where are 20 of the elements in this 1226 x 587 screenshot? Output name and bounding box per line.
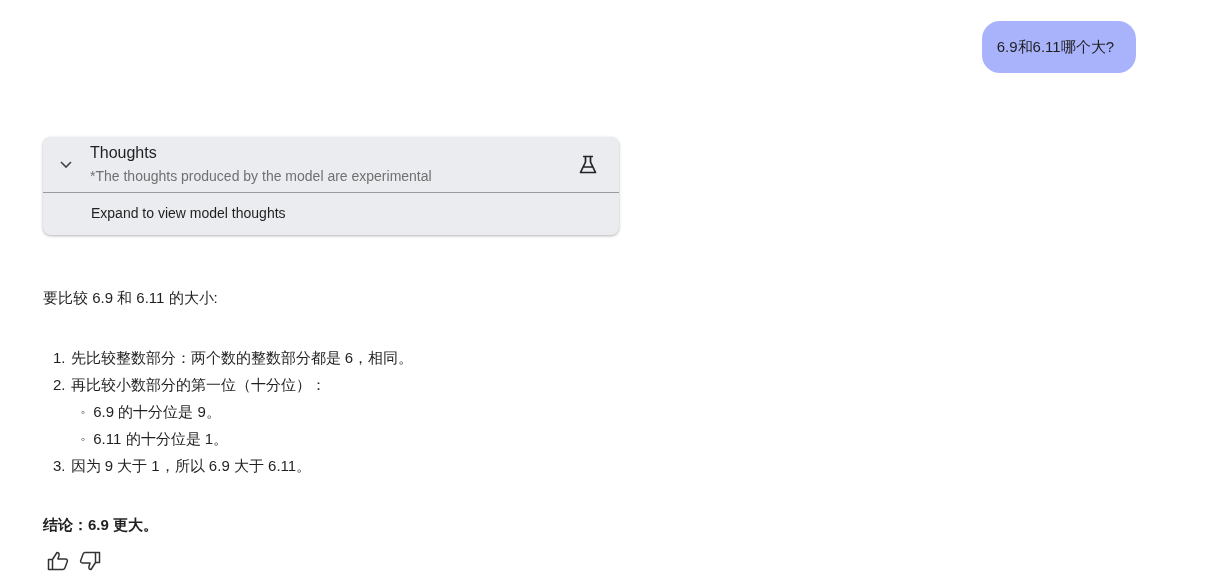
thumbs-up-icon[interactable] xyxy=(47,551,69,571)
flask-icon xyxy=(579,154,597,174)
chevron-icon[interactable] xyxy=(59,159,73,169)
list-number: 1. xyxy=(53,349,66,368)
list-item: 6.11 的十分位是 1。 xyxy=(93,430,229,449)
list-item: 因为 9 大于 1，所以 6.9 大于 6.11。 xyxy=(70,457,312,476)
conclusion: 结论：6.9 更大。 xyxy=(43,516,160,535)
thumbs-down-icon[interactable] xyxy=(79,551,101,571)
user-message: 6.9和6.11哪个大? xyxy=(981,21,1136,73)
list-number: 3. xyxy=(53,457,66,476)
list-item: 再比较小数部分的第一位（十分位）： xyxy=(70,376,326,395)
list-bullet: ◦ xyxy=(81,404,86,421)
list-item: 先比较整数部分：两个数的整数部分都是 6，相同。 xyxy=(70,349,414,368)
expand-thoughts-link[interactable]: Expand to view model thoughts xyxy=(91,205,286,221)
thoughts-title: Thoughts xyxy=(90,144,158,162)
thoughts-subtitle: *The thoughts produced by the model are experimental xyxy=(90,168,433,184)
list-bullet: ◦ xyxy=(81,431,86,448)
answer-intro: 要比较 6.9 和 6.11 的大小: xyxy=(43,289,219,308)
list-item: 6.9 的十分位是 9。 xyxy=(93,403,221,422)
list-number: 2. xyxy=(53,376,66,395)
